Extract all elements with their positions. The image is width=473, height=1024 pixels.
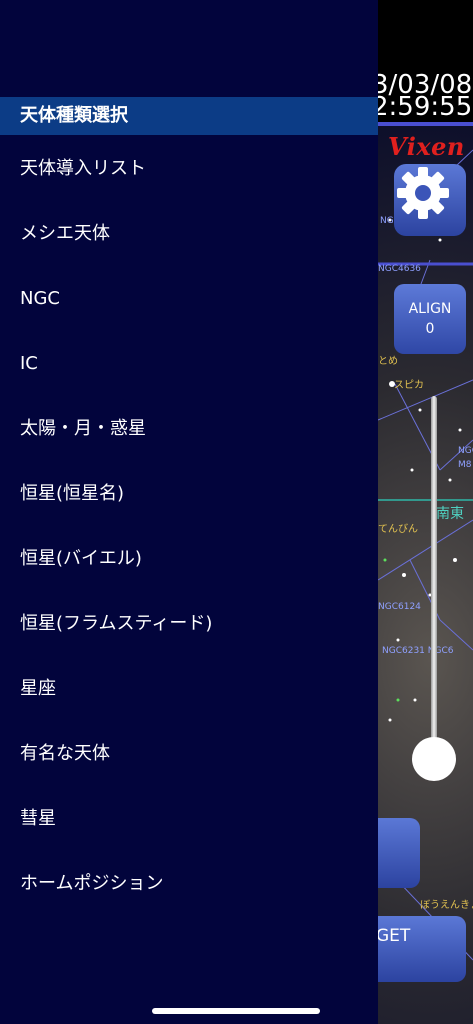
sky-label-ngc4636: NGC4636 (378, 264, 421, 274)
menu-item-home-position[interactable]: ホームポジション (0, 859, 378, 909)
sky-label-otome: とめ (378, 356, 398, 367)
menu-item-solar-system[interactable]: 太陽・月・惑星 (0, 404, 378, 454)
sky-label-tenbin: てんびん (378, 524, 418, 535)
object-type-drawer: 天体種類選択 天体導入リスト メシエ天体 NGC IC 太陽・月・惑星 恒星(恒… (0, 0, 378, 1024)
gear-icon (397, 167, 449, 219)
menu-item-ic[interactable]: IC (0, 339, 378, 389)
align-label: ALIGN (408, 301, 452, 317)
menu-item-famous-objects[interactable]: 有名な天体 (0, 729, 378, 779)
time-display: 2:59:55 (372, 92, 473, 122)
zoom-slider-thumb[interactable] (412, 737, 456, 781)
menu-item-target-list[interactable]: 天体導入リスト (0, 144, 378, 194)
home-indicator[interactable] (152, 1008, 320, 1014)
sky-label-houenkyo: ぼうえんきょう (420, 900, 473, 911)
align-button[interactable]: ALIGN 0 (394, 284, 466, 354)
sky-label-south-east: 南東 (436, 506, 464, 522)
drawer-header: 天体種類選択 (0, 97, 378, 135)
vixen-logo: Vixen (388, 132, 465, 161)
sky-label-spica: スピカ (394, 380, 424, 391)
menu-item-messier[interactable]: メシエ天体 (0, 209, 378, 259)
sky-label-ngc5: NGC5 (458, 446, 473, 456)
zoom-slider-track[interactable] (431, 396, 437, 756)
sky-label-ngc6124: NGC6124 (378, 602, 421, 612)
sky-label-m8: M8 (458, 460, 472, 470)
menu-item-constellations[interactable]: 星座 (0, 664, 378, 714)
target-button-label: GET (376, 926, 411, 946)
menu-item-comets[interactable]: 彗星 (0, 794, 378, 844)
menu-item-star-bayer[interactable]: 恒星(バイエル) (0, 534, 378, 584)
menu-item-star-names[interactable]: 恒星(恒星名) (0, 469, 378, 519)
menu-item-star-flamsteed[interactable]: 恒星(フラムスティード) (0, 599, 378, 649)
align-count: 0 (425, 321, 435, 337)
settings-button[interactable] (394, 164, 466, 236)
sky-label-ngc-pair: NGC6231 NGC6 (382, 646, 454, 656)
menu-item-ngc[interactable]: NGC (0, 274, 378, 324)
